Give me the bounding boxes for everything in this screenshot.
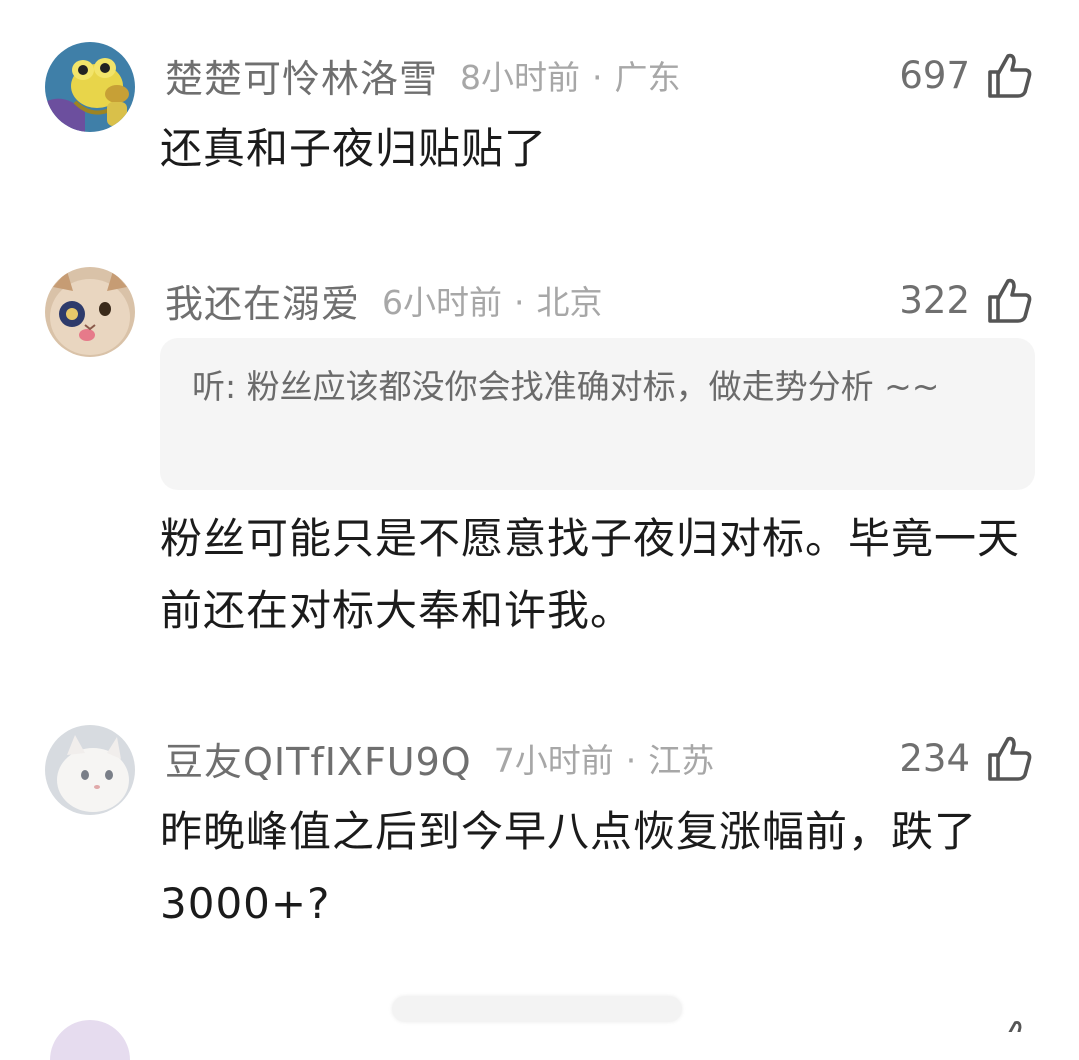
- avatar[interactable]: [50, 1020, 130, 1060]
- comment-meta: 6小时前 · 北京: [382, 276, 603, 324]
- like-count: 322: [899, 278, 970, 322]
- like-count: 697: [899, 53, 970, 97]
- frog-character-avatar-icon: [45, 42, 135, 132]
- comment-time: 7小时前: [493, 741, 614, 780]
- meta-separator: ·: [592, 58, 603, 97]
- like-button[interactable]: 234: [899, 733, 1034, 783]
- comment-time: 8小时前: [460, 58, 581, 97]
- avatar[interactable]: [45, 267, 135, 357]
- comment-meta: 7小时前 · 江苏: [494, 734, 715, 782]
- white-kitten-avatar-icon: [45, 725, 135, 815]
- meta-separator: ·: [625, 741, 637, 780]
- comment-text: 粉丝可能只是不愿意找子夜归对标。毕竟一天前还在对标大奉和许我。: [160, 514, 1021, 635]
- comment-meta: 8小时前 · 广东: [460, 51, 681, 99]
- comment-text: 还真和子夜归贴贴了: [160, 124, 548, 173]
- avatar[interactable]: [45, 725, 135, 815]
- cat-avatar-icon: [45, 267, 135, 357]
- like-button[interactable]: 322: [899, 275, 1034, 325]
- thumbs-up-icon[interactable]: [996, 1018, 1036, 1032]
- thumbs-up-icon[interactable]: [984, 50, 1034, 100]
- comment-location: 北京: [536, 283, 603, 322]
- comment-username[interactable]: 我还在溺爱: [165, 273, 360, 328]
- comment-username[interactable]: 豆友QITfIXFU9Q: [165, 731, 472, 786]
- meta-separator: ·: [514, 283, 525, 322]
- quoted-reply[interactable]: 听: 粉丝应该都没你会找准确对标，做走势分析 ~~: [160, 338, 1035, 490]
- comment-username[interactable]: 楚楚可怜林洛雪: [165, 48, 438, 103]
- like-button[interactable]: 697: [899, 50, 1034, 100]
- comment-location: 江苏: [648, 741, 715, 780]
- comment-time: 6小时前: [382, 283, 503, 322]
- comment-location: 广东: [614, 58, 681, 97]
- like-count: 234: [899, 736, 970, 780]
- thumbs-up-icon[interactable]: [984, 733, 1034, 783]
- comment-text: 昨晚峰值之后到今早八点恢复涨幅前，跌了3000+?: [160, 807, 978, 928]
- avatar[interactable]: [45, 42, 135, 132]
- scroll-indicator-bar[interactable]: [392, 996, 682, 1022]
- thumbs-up-icon[interactable]: [984, 275, 1034, 325]
